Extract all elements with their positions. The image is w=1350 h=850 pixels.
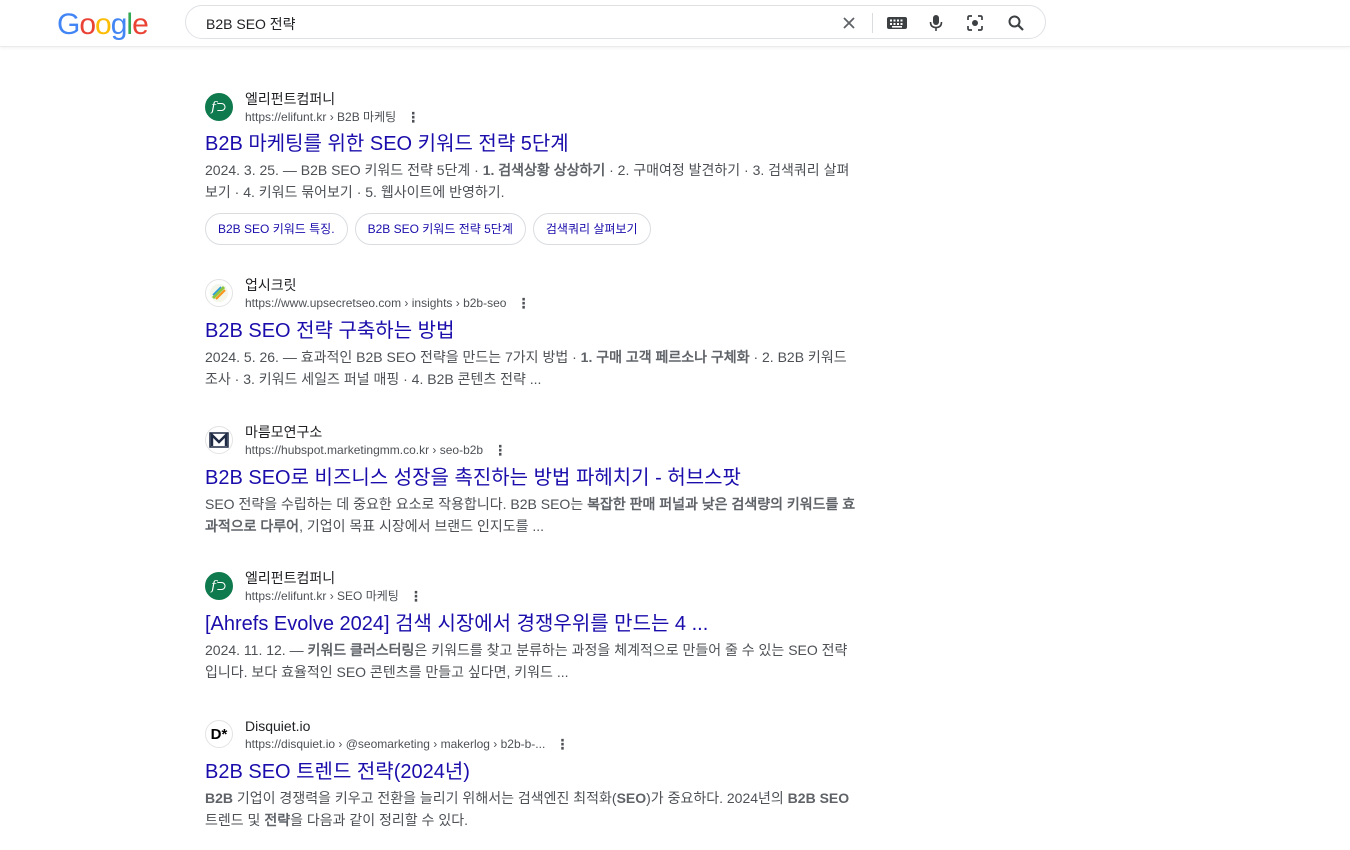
site-name: 엘리펀트컴퍼니 xyxy=(245,91,336,107)
snippet-highlight: 전략 xyxy=(264,812,291,828)
more-options-icon[interactable]: ⋮ xyxy=(409,588,423,604)
snippet-text: 기업이 경쟁력을 키우고 전환을 늘리기 위해서는 검색엔진 최적화( xyxy=(233,790,617,806)
logo-letter: G xyxy=(57,8,80,41)
favicon-icon: D* xyxy=(205,720,233,748)
favicon-icon xyxy=(205,426,233,454)
top-bar: Google B2B SEO 전략 xyxy=(0,0,1350,47)
result-title-link[interactable]: B2B SEO 전략 구축하는 방법 xyxy=(205,318,865,344)
result-title-link[interactable]: [Ahrefs Evolve 2024] 검색 시장에서 경쟁우위를 만드는 4… xyxy=(205,611,865,637)
result-snippet: 2024. 11. 12. — 키워드 클러스터링은 키워드를 찾고 분류하는 … xyxy=(205,639,860,683)
snippet-text: , 기업이 목표 시장에서 브랜드 인지도를 ... xyxy=(299,518,545,534)
logo-letter: e xyxy=(132,8,149,41)
snippet-highlight: SEO xyxy=(616,790,647,806)
result-snippet: 2024. 5. 26. — 효과적인 B2B SEO 전략을 만드는 7가지 … xyxy=(205,346,860,390)
site-url: https://elifunt.kr › SEO 마케팅 ⋮ xyxy=(245,588,423,604)
search-icon[interactable] xyxy=(1006,13,1026,33)
result-source[interactable]: 업시크릿 https://www.upsecretseo.com › insig… xyxy=(205,276,865,312)
more-options-icon[interactable]: ⋮ xyxy=(555,736,569,752)
keyboard-icon[interactable] xyxy=(886,13,908,33)
site-url: https://www.upsecretseo.com › insights ›… xyxy=(245,295,530,311)
result-title-link[interactable]: B2B SEO로 비즈니스 성장을 촉진하는 방법 파헤치기 - 허브스팟 xyxy=(205,465,865,491)
site-url-text: https://hubspot.marketingmm.co.kr › seo-… xyxy=(245,443,484,457)
site-name: Disquiet.io xyxy=(245,718,311,734)
search-input[interactable]: B2B SEO 전략 xyxy=(206,14,296,34)
search-result: f⊃ 엘리펀트컴퍼니 https://elifunt.kr › SEO 마케팅 ⋮… xyxy=(205,569,865,683)
google-logo[interactable]: Google xyxy=(57,8,149,42)
snippet-text: 2024. 11. 12. — xyxy=(205,642,308,658)
site-name: 마름모연구소 xyxy=(245,424,323,440)
snippet-text: 2024. 5. 26. — 효과적인 B2B SEO 전략을 만드는 7가지 … xyxy=(205,349,581,365)
result-snippet: SEO 전략을 수립하는 데 중요한 요소로 작용합니다. B2B SEO는 복… xyxy=(205,493,860,537)
search-result: D* Disquiet.io https://disquiet.io › @se… xyxy=(205,717,865,831)
result-snippet: 2024. 3. 25. — B2B SEO 키워드 전략 5단계 · 1. 검… xyxy=(205,159,860,203)
result-source[interactable]: 마름모연구소 https://hubspot.marketingmm.co.kr… xyxy=(205,423,865,459)
snippet-text: 을 다음과 같이 정리할 수 있다. xyxy=(290,812,468,828)
snippet-text: 2024. 3. 25. — B2B SEO 키워드 전략 5단계 · xyxy=(205,162,483,178)
favicon-icon: f⊃ xyxy=(205,572,233,600)
snippet-text: )가 중요하다. 2024년의 xyxy=(646,790,788,806)
lens-icon[interactable] xyxy=(965,13,985,33)
site-url-text: https://elifunt.kr › B2B 마케팅 xyxy=(245,110,397,124)
close-icon[interactable] xyxy=(839,13,859,33)
snippet-highlight: 1. 구매 고객 페르소나 구체화 xyxy=(580,349,750,365)
site-url: https://hubspot.marketingmm.co.kr › seo-… xyxy=(245,442,507,458)
search-result: f⊃ 엘리펀트컴퍼니 https://elifunt.kr › B2B 마케팅 ⋮… xyxy=(205,90,865,245)
site-url-text: https://www.upsecretseo.com › insights ›… xyxy=(245,296,507,310)
snippet-highlight: 키워드 클러스터링 xyxy=(307,642,415,658)
site-url-text: https://disquiet.io › @seomarketing › ma… xyxy=(245,737,546,751)
search-divider xyxy=(872,13,873,33)
logo-letter: o xyxy=(95,8,112,41)
result-snippet: B2B 기업이 경쟁력을 키우고 전환을 늘리기 위해서는 검색엔진 최적화(S… xyxy=(205,787,860,831)
site-name: 업시크릿 xyxy=(245,277,297,293)
snippet-text: SEO 전략을 수립하는 데 중요한 요소로 작용합니다. B2B SEO는 xyxy=(205,496,588,512)
result-source[interactable]: D* Disquiet.io https://disquiet.io › @se… xyxy=(205,717,865,753)
chip-link[interactable]: B2B SEO 키워드 전략 5단계 xyxy=(354,213,526,245)
search-result: 업시크릿 https://www.upsecretseo.com › insig… xyxy=(205,276,865,390)
chip-link[interactable]: B2B SEO 키워드 특징. xyxy=(205,213,348,245)
site-url: https://elifunt.kr › B2B 마케팅 ⋮ xyxy=(245,109,420,125)
site-url: https://disquiet.io › @seomarketing › ma… xyxy=(245,736,569,752)
result-source[interactable]: f⊃ 엘리펀트컴퍼니 https://elifunt.kr › B2B 마케팅 ⋮ xyxy=(205,90,865,126)
search-result: 마름모연구소 https://hubspot.marketingmm.co.kr… xyxy=(205,423,865,537)
more-options-icon[interactable]: ⋮ xyxy=(406,109,420,125)
result-source[interactable]: f⊃ 엘리펀트컴퍼니 https://elifunt.kr › SEO 마케팅 ⋮ xyxy=(205,569,865,605)
more-options-icon[interactable]: ⋮ xyxy=(493,442,507,458)
more-options-icon[interactable]: ⋮ xyxy=(516,295,530,311)
chip-link[interactable]: 검색쿼리 살펴보기 xyxy=(532,213,651,245)
logo-letter: g xyxy=(110,8,128,41)
logo-letter: o xyxy=(79,8,96,41)
favicon-icon: f⊃ xyxy=(205,93,233,121)
site-url-text: https://elifunt.kr › SEO 마케팅 xyxy=(245,589,399,603)
result-title-link[interactable]: B2B 마케팅를 위한 SEO 키워드 전략 5단계 xyxy=(205,131,865,157)
site-name: 엘리펀트컴퍼니 xyxy=(245,570,336,586)
microphone-icon[interactable] xyxy=(926,13,946,33)
related-chips: B2B SEO 키워드 특징. B2B SEO 키워드 전략 5단계 검색쿼리 … xyxy=(205,213,865,245)
snippet-highlight: B2B SEO xyxy=(787,790,850,806)
snippet-highlight: B2B xyxy=(205,790,234,806)
favicon-icon xyxy=(205,279,233,307)
snippet-highlight: 1. 검색상황 상상하기 xyxy=(482,162,606,178)
search-box[interactable]: B2B SEO 전략 xyxy=(185,5,1046,39)
snippet-text: 트렌드 및 xyxy=(205,812,265,828)
result-title-link[interactable]: B2B SEO 트렌드 전략(2024년) xyxy=(205,759,865,785)
